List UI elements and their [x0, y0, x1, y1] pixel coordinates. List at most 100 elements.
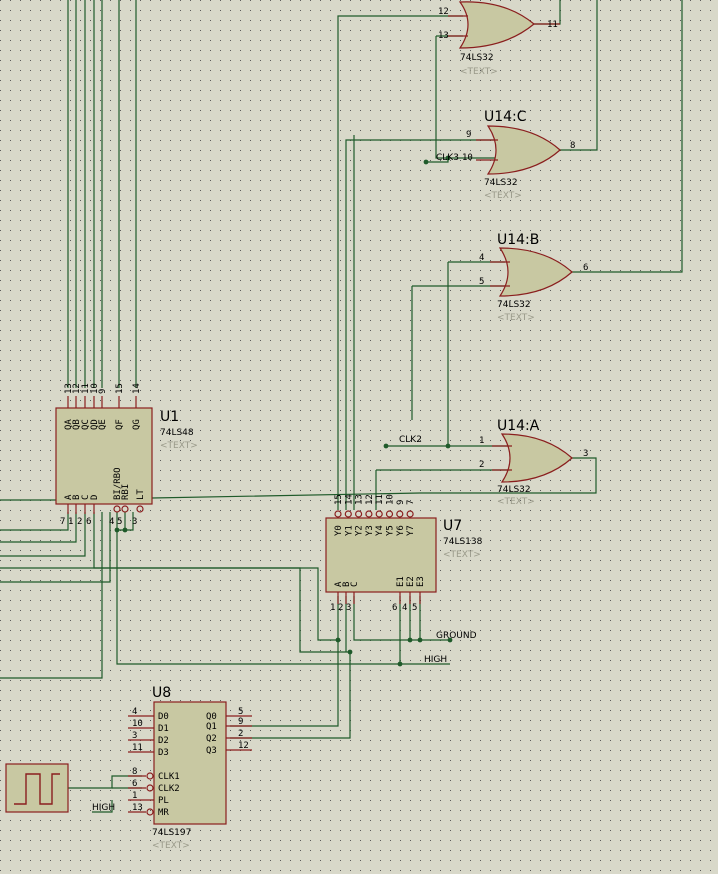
chip-u7-top-pin-number: 7: [406, 500, 416, 505]
chip-u1-bottom-pin-name: LT: [136, 489, 146, 500]
gate-u14a-text: <TEXT>: [497, 497, 535, 507]
gate-u14c-ref: U14:C: [484, 109, 527, 125]
chip-u8-left-pin-name: D1: [158, 724, 169, 734]
gate-u14d-part: 74LS32: [460, 53, 494, 63]
chip-u8-right-pin-name: Q2: [206, 734, 217, 744]
chip-u7-text: <TEXT>: [443, 550, 481, 560]
chip-u7-bottom-pin-number: 4: [402, 603, 407, 613]
chip-u8-left-pin-number: 3: [132, 731, 137, 741]
gate-u14c-pin-out: 8: [570, 141, 575, 151]
chip-u8-right-pin-number: 5: [238, 707, 243, 717]
gate-u14c-pin-in2: 10: [462, 153, 473, 163]
gate-u14a-part: 74LS32: [497, 485, 531, 495]
net-label-clk3: CLK3: [436, 153, 459, 163]
chip-u8-left-pin-name: D3: [158, 748, 169, 758]
chip-u7-bottom-pin-name: E2: [406, 576, 416, 587]
chip-u8-left-pin-number: 11: [132, 743, 143, 753]
chip-u7-bottom-pin-number: 1: [330, 603, 335, 613]
chip-u1-bottom-pin-name: D: [90, 495, 100, 500]
gate-u14b-pin-in1: 4: [479, 253, 484, 263]
chip-u7-top-pin-number: 11: [375, 494, 385, 505]
chip-u1-top-pin-name: QE: [98, 419, 108, 430]
gate-u14a-pin-in1: 1: [479, 436, 484, 446]
chip-u7-part: 74LS138: [443, 537, 483, 547]
chip-u7-ref: U7: [443, 518, 462, 534]
chip-u1-top-pin-number: 9: [98, 389, 108, 394]
chip-u7-top-pin-name: Y3: [365, 525, 375, 536]
clock-generator[interactable]: [5, 763, 69, 813]
chip-u8-text: <TEXT>: [152, 841, 190, 851]
chip-u8-left-pin-number: 4: [132, 707, 137, 717]
gate-u14c-text: <TEXT>: [484, 191, 522, 201]
chip-u7-top-pin-number: 9: [396, 500, 406, 505]
chip-u8-left-pin-number: 13: [132, 803, 143, 813]
gate-u14d-pin-in1: 12: [438, 7, 449, 17]
net-label-ground: GROUND: [436, 631, 477, 641]
chip-u1-bottom-pin-number: 2: [77, 517, 82, 527]
net-label-high-u7: HIGH: [424, 655, 447, 665]
chip-u1-bottom-pin-number: 3: [132, 517, 137, 527]
chip-u8-part: 74LS197: [152, 828, 191, 838]
gate-u14d-text: <TEXT>: [460, 67, 498, 77]
chip-u7-bottom-pin-name: C: [350, 582, 360, 587]
chip-u1-top-pin-name: QF: [115, 419, 125, 430]
chip-u1-ref: U1: [160, 409, 179, 425]
chip-u8-left-pin-name: MR: [158, 808, 169, 818]
gate-u14d-pin-out: 11: [547, 20, 558, 30]
chip-u8-left-pin-name: D0: [158, 712, 169, 722]
chip-u8-left-pin-number: 8: [132, 767, 137, 777]
chip-u7-top-pin-number: 13: [355, 494, 365, 505]
gate-u14b-pin-out: 6: [583, 263, 588, 273]
chip-u8-right-pin-number: 2: [238, 729, 243, 739]
chip-u7-top-pin-name: Y0: [334, 525, 344, 536]
chip-u8-right-pin-name: Q1: [206, 722, 217, 732]
chip-u7-top-pin-number: 15: [334, 494, 344, 505]
chip-u8-right-pin-number: 12: [238, 741, 249, 751]
chip-u8-left-pin-number: 10: [132, 719, 143, 729]
chip-u1-bottom-pin-number: 5: [117, 517, 122, 527]
chip-u7-bottom-pin-number: 5: [412, 603, 417, 613]
chip-u1-bottom-pin-number: 4: [109, 517, 114, 527]
chip-u1-bottom-pin-number: 1: [68, 517, 73, 527]
gate-u14a-pin-in2: 2: [479, 460, 484, 470]
gate-u14b-ref: U14:B: [497, 232, 539, 248]
chip-u7-bottom-pin-number: 2: [338, 603, 343, 613]
chip-u1-bottom-pin-name: RBI: [121, 484, 131, 500]
chip-u8-right-pin-name: Q3: [206, 746, 217, 756]
chip-u8-left-pin-number: 6: [132, 779, 137, 789]
gate-u14c-part: 74LS32: [484, 178, 518, 188]
gate-u14b-pin-in2: 5: [479, 277, 484, 287]
chip-u1-text: <TEXT>: [160, 441, 198, 451]
gate-u14c-pin-in1: 9: [466, 130, 471, 140]
chip-u1-part: 74LS48: [160, 428, 194, 438]
chip-u1-top-pin-number: 14: [132, 383, 142, 394]
gate-u14a-ref: U14:A: [497, 418, 540, 434]
net-label-high-u8: HIGH: [92, 803, 115, 813]
net-label-clk2: CLK2: [399, 435, 422, 445]
chip-u8-left-pin-name: D2: [158, 736, 169, 746]
chip-u8-left-pin-name: PL: [158, 796, 169, 806]
gate-u14b-part: 74LS32: [497, 300, 531, 310]
chip-u7-bottom-pin-name: E3: [416, 576, 426, 587]
chip-u7-top-pin-number: 14: [344, 494, 354, 505]
chip-u7-top-pin-name: Y4: [375, 525, 385, 536]
gate-u14a-pin-out: 3: [583, 449, 588, 459]
chip-u7-top-pin-name: Y2: [355, 525, 365, 536]
gate-u14d-pin-in2: 13: [438, 31, 449, 41]
chip-u8-right-pin-number: 9: [238, 717, 243, 727]
chip-u1-top-pin-name: QG: [132, 419, 142, 430]
chip-u7-bottom-pin-name: E1: [396, 576, 406, 587]
chip-u7-top-pin-name: Y5: [386, 525, 396, 536]
chip-u7-top-pin-number: 12: [365, 494, 375, 505]
chip-u8-left-pin-name: CLK1: [158, 772, 180, 782]
gate-u14b-text: <TEXT>: [497, 313, 535, 323]
chip-u8-left-pin-number: 1: [132, 791, 137, 801]
chip-u1-top-pin-number: 15: [115, 383, 125, 394]
chip-u7-top-pin-name: Y1: [344, 525, 354, 536]
chip-u8-ref: U8: [152, 685, 171, 701]
chip-u8-right-pin-name: Q0: [206, 712, 217, 722]
schematic-canvas: 12 13 11 74LS32 <TEXT> U14:C 9 10 8 74LS…: [0, 0, 718, 874]
chip-u7-top-pin-name: Y6: [396, 525, 406, 536]
chip-u1-bottom-pin-number: 6: [86, 517, 91, 527]
chip-u7-bottom-pin-number: 6: [392, 603, 397, 613]
